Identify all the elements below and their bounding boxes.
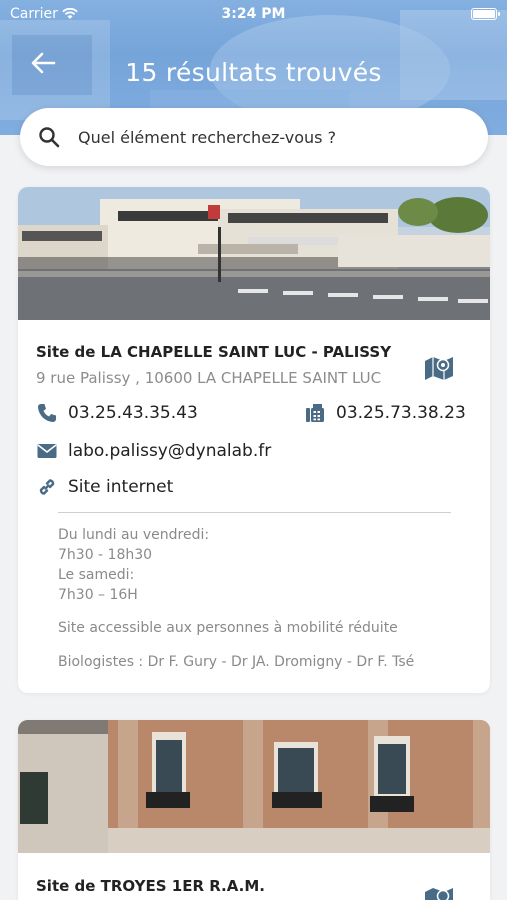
map-icon[interactable] bbox=[424, 886, 454, 900]
status-time: 3:24 PM bbox=[221, 6, 286, 22]
page-title: 15 résultats trouvés bbox=[125, 58, 382, 87]
accessibility-note: Site accessible aux personnes à mobilité… bbox=[58, 620, 398, 636]
opening-hours: Du lundi au vendredi: 7h30 - 18h30 Le sa… bbox=[58, 525, 209, 605]
website-row[interactable]: Site internet bbox=[36, 477, 173, 497]
fax-row[interactable]: 03.25.73.38.23 bbox=[304, 403, 466, 423]
envelope-icon bbox=[36, 441, 58, 461]
email-address[interactable]: labo.palissy@dynalab.fr bbox=[68, 441, 271, 461]
site-address: 9 rue Palissy , 10600 LA CHAPELLE SAINT … bbox=[36, 369, 382, 387]
map-icon[interactable] bbox=[424, 355, 454, 381]
phone-number[interactable]: 03.25.43.35.43 bbox=[68, 403, 198, 423]
search-input[interactable] bbox=[78, 122, 468, 152]
hours-line: Le samedi: bbox=[58, 567, 135, 583]
website-link[interactable]: Site internet bbox=[68, 477, 173, 497]
hours-line: 7h30 – 16H bbox=[58, 587, 138, 603]
phone-icon bbox=[36, 403, 58, 423]
status-bar: Carrier 3:24 PM bbox=[0, 4, 507, 26]
hours-line: 7h30 - 18h30 bbox=[58, 547, 153, 563]
hours-line: Du lundi au vendredi: bbox=[58, 527, 210, 543]
site-photo bbox=[18, 720, 490, 853]
fax-icon bbox=[304, 403, 326, 423]
divider bbox=[58, 512, 451, 513]
link-icon bbox=[36, 477, 58, 497]
site-name: Site de LA CHAPELLE SAINT LUC - PALISSY bbox=[36, 343, 392, 361]
result-card[interactable]: Site de TROYES 1ER R.A.M. bbox=[18, 720, 490, 900]
fax-number[interactable]: 03.25.73.38.23 bbox=[336, 403, 466, 423]
battery-icon bbox=[471, 8, 500, 20]
phone-row[interactable]: 03.25.43.35.43 bbox=[36, 403, 198, 423]
site-photo bbox=[18, 187, 490, 320]
site-name: Site de TROYES 1ER R.A.M. bbox=[36, 877, 265, 895]
search-bar[interactable] bbox=[20, 108, 488, 166]
search-icon bbox=[39, 127, 60, 148]
email-row[interactable]: labo.palissy@dynalab.fr bbox=[36, 441, 271, 461]
result-card[interactable]: Site de LA CHAPELLE SAINT LUC - PALISSY … bbox=[18, 187, 490, 693]
biologists: Biologistes : Dr F. Gury - Dr JA. Dromig… bbox=[58, 654, 415, 670]
